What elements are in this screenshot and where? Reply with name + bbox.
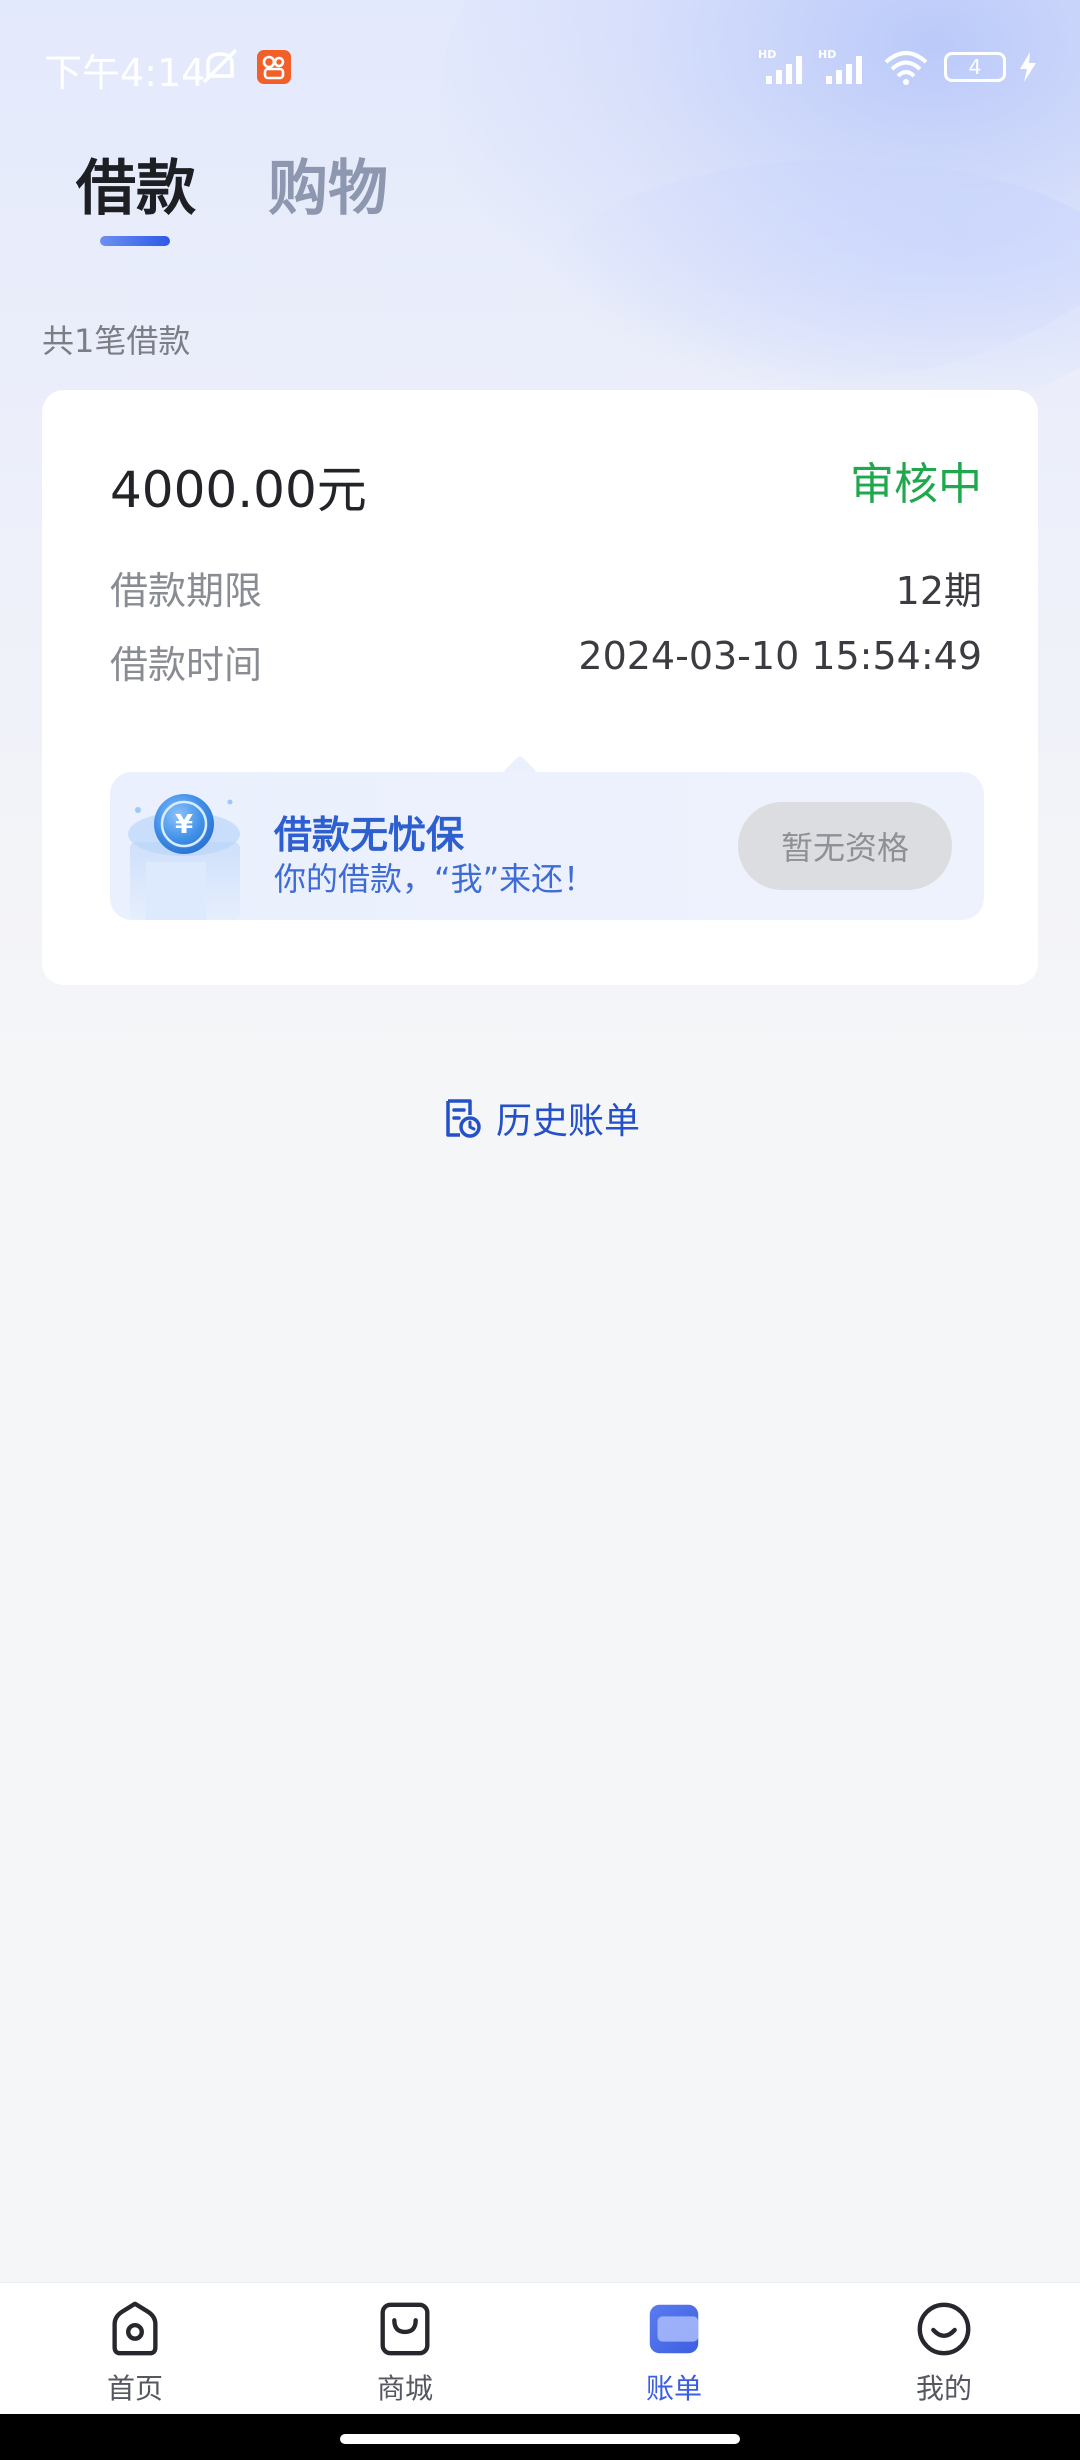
loan-count-label: 共1笔借款: [42, 322, 191, 360]
signal-hd-icon: HD: [758, 48, 802, 84]
shopping-bag-icon: [380, 2302, 430, 2356]
battery-icon: 4: [944, 52, 1006, 82]
nav-item-home[interactable]: 首页: [75, 2297, 195, 2407]
nav-label-me: 我的: [915, 2372, 972, 2405]
wifi-icon: [884, 51, 928, 85]
svg-text:HD: HD: [758, 48, 776, 61]
insurance-subtitle: 你的借款，“我”来还！: [274, 860, 596, 898]
history-bills-label: 历史账单: [496, 1101, 641, 1142]
loan-time-label: 借款时间: [110, 643, 263, 687]
nav-item-me[interactable]: 我的: [884, 2297, 1004, 2407]
status-time: 下午4:14: [44, 51, 206, 95]
tab-shopping[interactable]: 购物: [268, 140, 388, 227]
battery-level: 4: [968, 55, 982, 79]
insurance-title: 借款无忧保: [274, 813, 465, 857]
bill-card-icon: [649, 2304, 699, 2354]
loan-term-label: 借款期限: [110, 569, 263, 613]
bottom-nav: 首页 商城 账单 我的: [0, 2282, 1080, 2415]
history-bill-icon: [446, 1099, 481, 1138]
insurance-banner[interactable]: ¥ 借款无忧保 你的借款，“我”来还！ 暂无资格: [110, 772, 984, 920]
nav-item-bills[interactable]: 账单: [614, 2297, 734, 2407]
nav-label-mall: 商城: [376, 2372, 433, 2405]
history-bills-link[interactable]: 历史账单: [440, 1092, 640, 1144]
loan-term-value: 12期: [895, 569, 982, 613]
page: 下午4:14 HD HD 4 借款 购物 共1笔借款 4000.00元 审核中 …: [0, 0, 1080, 2460]
loan-amount: 4000.00元: [110, 461, 367, 519]
svg-text:¥: ¥: [175, 810, 193, 840]
tab-loan[interactable]: 借款: [76, 140, 196, 227]
mute-icon: [202, 48, 238, 84]
loan-time-value: 2024-03-10 15:54:49: [578, 634, 982, 678]
nav-item-mall[interactable]: 商城: [345, 2297, 465, 2407]
loan-status-badge: 审核中: [850, 459, 982, 510]
charging-icon: [1020, 52, 1036, 82]
home-camera-icon: [112, 2301, 158, 2356]
insurance-ineligible-button[interactable]: 暂无资格: [738, 802, 952, 890]
nav-label-home: 首页: [106, 2372, 163, 2405]
smile-face-icon: [917, 2302, 971, 2356]
yuan-coin-icon: ¥: [128, 794, 240, 920]
loan-card[interactable]: 4000.00元 审核中 借款期限 12期 借款时间 2024-03-10 15…: [42, 390, 1038, 985]
home-gesture-bar[interactable]: [340, 2434, 740, 2444]
nav-label-bills: 账单: [645, 2372, 702, 2405]
active-tab-indicator: [100, 236, 170, 246]
status-bar: 下午4:14 HD HD 4: [0, 0, 1080, 130]
app-notification-icon: [257, 50, 291, 84]
signal-hd-icon: HD: [818, 48, 862, 84]
svg-text:HD: HD: [818, 48, 836, 61]
